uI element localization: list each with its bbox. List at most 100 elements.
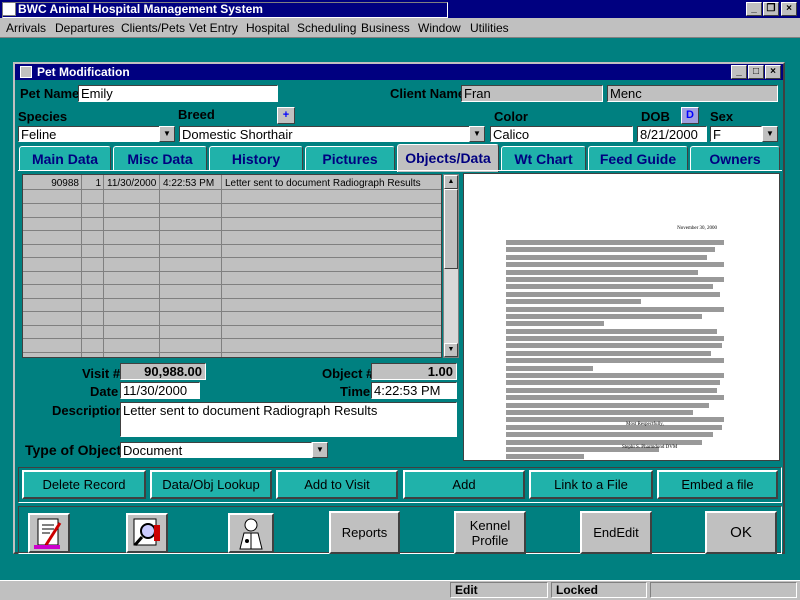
dob-calendar-button[interactable]: D [681, 107, 699, 124]
pet-name-field[interactable]: Emily [78, 85, 278, 102]
ok-button[interactable]: OK [705, 511, 777, 554]
app-minimize-button[interactable]: _ [746, 2, 762, 16]
table-row[interactable] [23, 205, 441, 218]
dob-field[interactable]: 8/21/2000 [637, 126, 707, 142]
document-closing: Most Respectfully, [626, 422, 664, 427]
tab-history[interactable]: History [209, 146, 303, 170]
tab-main-data[interactable]: Main Data [19, 146, 111, 170]
app-restore-button[interactable]: ❐ [763, 2, 779, 16]
edit-document-icon[interactable] [28, 513, 70, 553]
embed-file-button[interactable]: Embed a file [657, 470, 778, 499]
menu-hospital[interactable]: Hospital [246, 21, 289, 35]
table-row[interactable] [23, 340, 441, 353]
species-dropdown-icon[interactable]: ▼ [159, 126, 175, 142]
menu-utilities[interactable]: Utilities [470, 21, 509, 35]
grid-column-divider [221, 175, 222, 357]
client-name-label: Client Name [390, 86, 466, 101]
document-text-line [506, 299, 642, 305]
menu-vet-entry[interactable]: Vet Entry [189, 21, 238, 35]
type-dropdown-icon[interactable]: ▼ [312, 442, 328, 458]
kennel-profile-button[interactable]: Kennel Profile [454, 511, 526, 554]
status-cell-blank [2, 2, 448, 18]
tab-feed-guide[interactable]: Feed Guide [588, 146, 688, 170]
document-date: November 30, 2000 [677, 226, 717, 231]
color-label: Color [494, 109, 528, 124]
tab-misc-data[interactable]: Misc Data [113, 146, 207, 170]
menu-business[interactable]: Business [361, 21, 410, 35]
scroll-up-icon[interactable]: ▲ [444, 175, 458, 189]
table-row[interactable] [23, 326, 441, 339]
time-field[interactable]: 4:22:53 PM [371, 382, 457, 399]
table-row[interactable] [23, 313, 441, 326]
table-row[interactable] [23, 272, 441, 285]
document-text-line [506, 328, 718, 334]
table-row[interactable] [23, 232, 441, 245]
document-text-line [506, 321, 605, 327]
veterinarian-icon[interactable] [228, 513, 274, 553]
document-text-line [506, 432, 714, 438]
date-field[interactable]: 11/30/2000 [120, 382, 200, 399]
app-close-button[interactable]: × [781, 2, 797, 16]
tab-owners[interactable]: Owners [690, 146, 780, 170]
document-text-line [506, 409, 694, 415]
table-row[interactable] [23, 299, 441, 312]
sex-select[interactable]: F [710, 126, 762, 142]
grid-cell-time: 4:22:53 PM [163, 178, 215, 189]
scroll-down-icon[interactable]: ▼ [444, 343, 458, 357]
table-row[interactable] [23, 191, 441, 204]
grid-cell-visit: 90988 [51, 178, 79, 189]
breed-dropdown-icon[interactable]: ▼ [469, 126, 485, 142]
grid-column-divider [103, 175, 104, 357]
status-cell-extra [650, 582, 797, 598]
type-of-object-label: Type of Object [25, 442, 122, 458]
search-magnifier-icon[interactable] [126, 513, 168, 553]
add-to-visit-button[interactable]: Add to Visit [276, 470, 398, 499]
type-of-object-select[interactable]: Document [120, 442, 312, 458]
document-text-line [506, 343, 722, 349]
color-field[interactable]: Calico [490, 126, 633, 142]
description-field[interactable]: Letter sent to document Radiograph Resul… [120, 402, 457, 437]
window-close-button[interactable]: × [765, 65, 781, 79]
window-maximize-button[interactable]: □ [748, 65, 764, 79]
document-text-line [506, 358, 724, 364]
end-edit-button[interactable]: EndEdit [580, 511, 652, 554]
breed-label: Breed [178, 107, 215, 122]
menu-clients-pets[interactable]: Clients/Pets [121, 21, 185, 35]
link-to-file-button[interactable]: Link to a File [529, 470, 653, 499]
tab-wt-chart[interactable]: Wt Chart [501, 146, 586, 170]
document-text-line [506, 247, 716, 253]
grid-cell-date: 11/30/2000 [107, 178, 157, 189]
species-select[interactable]: Feline [18, 126, 160, 142]
table-row[interactable] [23, 259, 441, 272]
document-text-line [506, 306, 724, 312]
grid-column-divider [81, 175, 82, 357]
table-row[interactable] [23, 286, 441, 299]
tab-objects-data[interactable]: Objects/Data [397, 144, 499, 172]
document-text-line [506, 373, 724, 379]
delete-record-button[interactable]: Delete Record [22, 470, 146, 499]
window-title-bar: Pet Modification [15, 64, 783, 80]
reports-button[interactable]: Reports [329, 511, 400, 554]
add-breed-button[interactable]: + [277, 107, 295, 124]
menu-arrivals[interactable]: Arrivals [6, 21, 46, 35]
sex-dropdown-icon[interactable]: ▼ [762, 126, 778, 142]
document-preview: November 30, 2000 Most Respectfully, Ste… [463, 173, 780, 461]
breed-select[interactable]: Domestic Shorthair [179, 126, 470, 142]
grid-scrollbar[interactable]: ▲ ▼ [443, 174, 459, 358]
table-row[interactable]: 90988 1 11/30/2000 4:22:53 PM Letter sen… [23, 177, 441, 190]
tab-pictures[interactable]: Pictures [305, 146, 395, 170]
menu-window[interactable]: Window [418, 21, 461, 35]
document-text-line [506, 284, 714, 290]
scroll-thumb[interactable] [444, 189, 458, 269]
window-icon [20, 66, 32, 78]
objects-grid[interactable]: 90988 1 11/30/2000 4:22:53 PM Letter sen… [22, 174, 442, 358]
table-row[interactable] [23, 218, 441, 231]
table-row[interactable] [23, 245, 441, 258]
client-first-name-field: Fran [461, 85, 603, 102]
window-title: Pet Modification [37, 65, 130, 79]
window-minimize-button[interactable]: _ [731, 65, 747, 79]
menu-scheduling[interactable]: Scheduling [297, 21, 356, 35]
menu-departures[interactable]: Departures [55, 21, 114, 35]
data-obj-lookup-button[interactable]: Data/Obj Lookup [150, 470, 272, 499]
add-button[interactable]: Add [403, 470, 525, 499]
